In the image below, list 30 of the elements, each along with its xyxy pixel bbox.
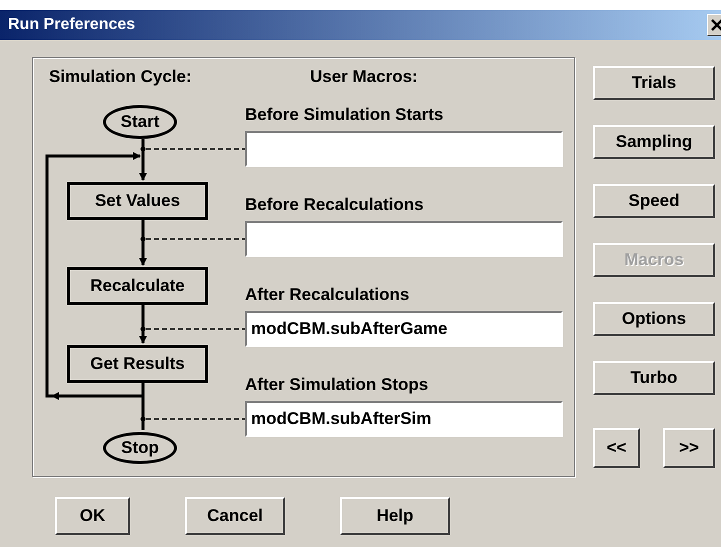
macro-field[interactable]: modCBM.subAfterGame bbox=[245, 311, 563, 347]
previous-button[interactable]: << bbox=[593, 428, 640, 468]
macro-field[interactable] bbox=[245, 131, 563, 167]
macro-field[interactable]: modCBM.subAfterSim bbox=[245, 401, 563, 437]
section-heading: User Macros: bbox=[309, 67, 418, 87]
dialog-button[interactable]: Cancel bbox=[185, 497, 285, 535]
field-label: Before Recalculations bbox=[245, 194, 424, 216]
macro-field[interactable] bbox=[245, 221, 563, 257]
step-node: Set Values bbox=[67, 182, 208, 220]
dialog-button[interactable]: OK bbox=[55, 497, 130, 535]
step-node: Recalculate bbox=[67, 267, 208, 305]
terminal-node: Start bbox=[103, 105, 177, 139]
side-button[interactable]: Trials bbox=[593, 66, 715, 100]
flow-arrow bbox=[139, 305, 147, 344]
next-button[interactable]: >> bbox=[663, 428, 715, 468]
flow-arrow bbox=[139, 139, 147, 181]
dialog-button[interactable]: Help bbox=[340, 497, 450, 535]
field-label: After Simulation Stops bbox=[245, 374, 428, 396]
section-heading: Simulation Cycle: bbox=[48, 67, 192, 87]
flow-arrow bbox=[139, 220, 147, 266]
window-title: Run Preferences bbox=[8, 16, 136, 34]
step-node: Get Results bbox=[67, 345, 208, 383]
side-button[interactable]: Speed bbox=[593, 184, 715, 218]
terminal-node: Stop bbox=[103, 432, 177, 464]
field-label: After Recalculations bbox=[245, 284, 410, 306]
close-icon bbox=[711, 19, 721, 31]
side-button[interactable]: Options bbox=[593, 302, 715, 336]
side-button[interactable]: Turbo bbox=[593, 361, 715, 395]
side-button[interactable]: Sampling bbox=[593, 125, 715, 159]
field-label: Before Simulation Starts bbox=[245, 104, 444, 126]
